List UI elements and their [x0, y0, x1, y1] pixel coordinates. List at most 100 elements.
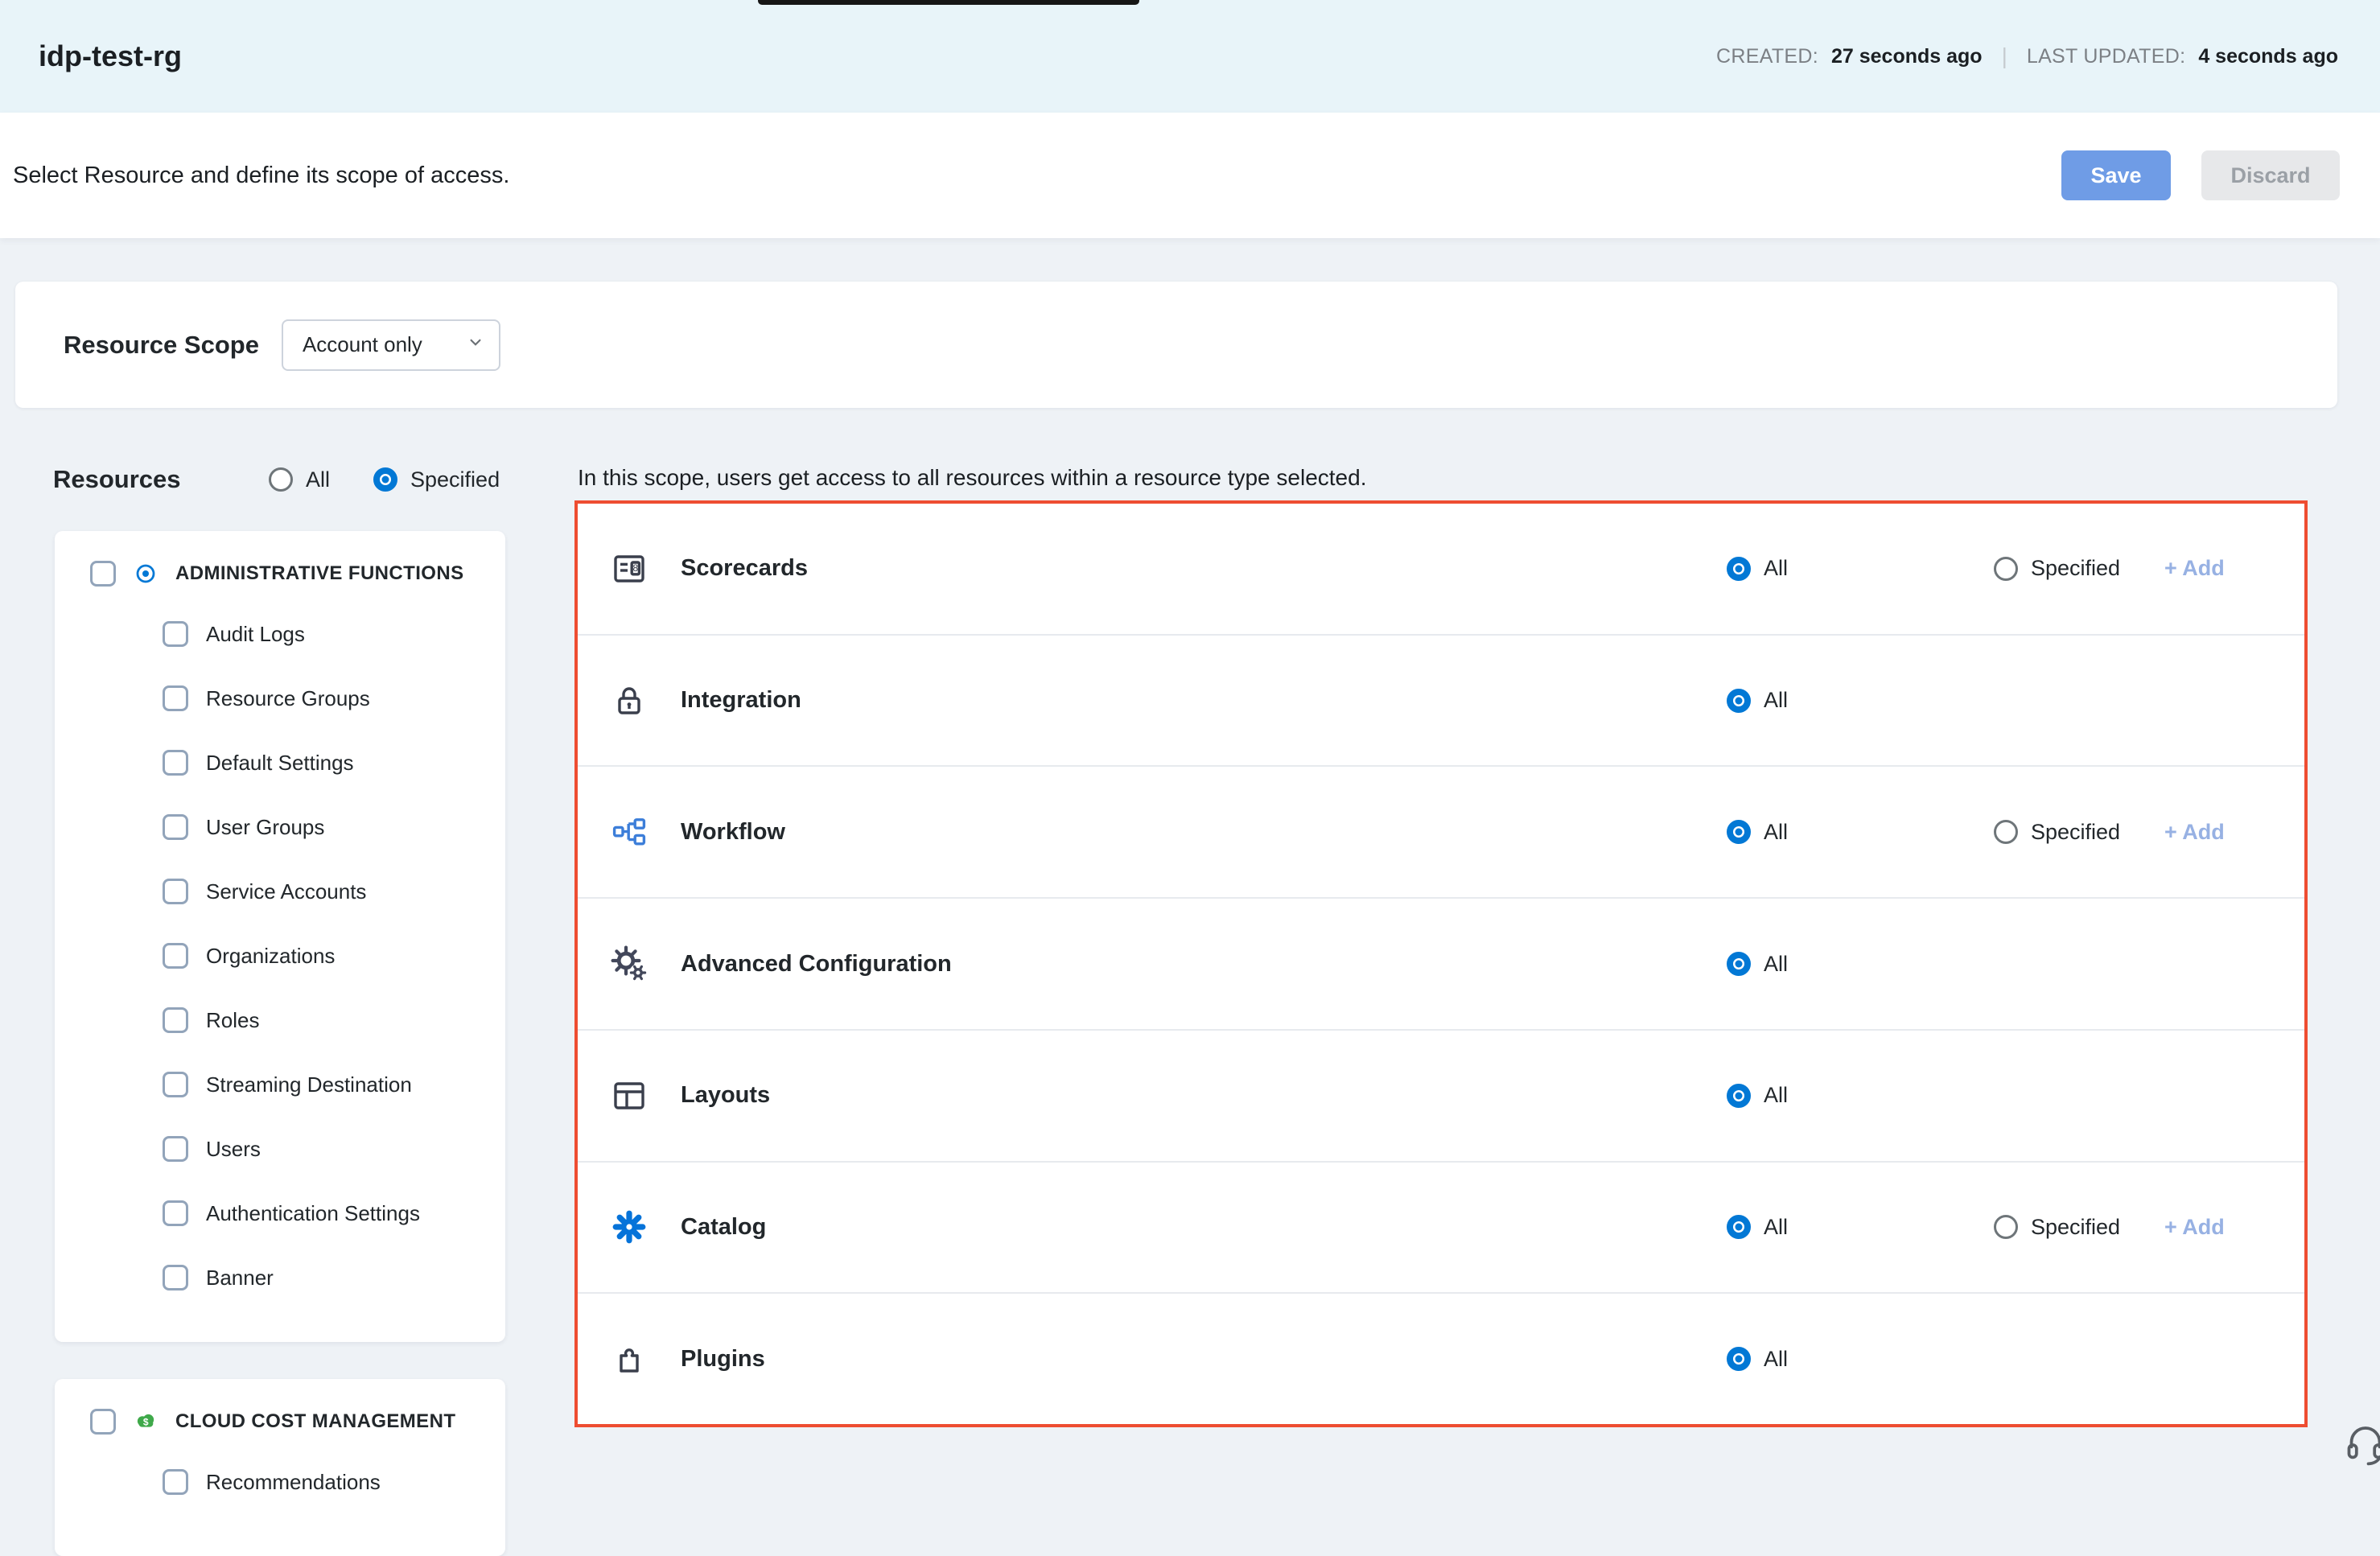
radio-selected-icon: [1727, 689, 1751, 713]
resource-item[interactable]: User Groups: [163, 795, 505, 859]
all-label: All: [1764, 820, 1788, 845]
resource-item[interactable]: Streaming Destination: [163, 1052, 505, 1117]
layouts-icon: [610, 1076, 649, 1115]
resource-item[interactable]: Authentication Settings: [163, 1181, 505, 1245]
group-card-cloud-cost-management: $ CLOUD COST MANAGEMENT Recommendations: [55, 1379, 505, 1556]
page-header: idp-test-rg CREATED: 27 seconds ago | LA…: [0, 0, 2380, 113]
item-checkbox[interactable]: [163, 1072, 188, 1097]
catalog-all-option[interactable]: All: [1727, 1215, 1994, 1240]
radio-selected-icon: [1727, 1084, 1751, 1108]
item-checkbox[interactable]: [163, 685, 188, 711]
item-checkbox[interactable]: [163, 1007, 188, 1033]
item-label: Streaming Destination: [206, 1072, 412, 1097]
resource-scope-card: Resource Scope Account only: [15, 282, 2337, 408]
discard-button[interactable]: Discard: [2201, 150, 2340, 200]
item-checkbox[interactable]: [163, 943, 188, 969]
radio-unselected-icon: [1994, 1215, 2018, 1239]
item-checkbox[interactable]: [163, 879, 188, 904]
item-checkbox[interactable]: [163, 1136, 188, 1162]
integration-icon: [610, 681, 649, 720]
resource-item[interactable]: Organizations: [163, 924, 505, 988]
created-value: 27 seconds ago: [1831, 45, 1983, 68]
instruction-text: Select Resource and define its scope of …: [13, 163, 509, 189]
scorecards-all-option[interactable]: All: [1727, 556, 1994, 581]
row-plugins: Plugins All: [578, 1294, 2304, 1424]
resources-specified-label: Specified: [410, 467, 500, 492]
resources-title: Resources: [53, 465, 269, 494]
item-label: Recommendations: [206, 1470, 381, 1495]
updated-value: 4 seconds ago: [2198, 45, 2338, 68]
radio-unselected-icon: [269, 467, 293, 492]
group-card-administrative-functions: ADMINISTRATIVE FUNCTIONS Audit Logs Reso…: [55, 531, 505, 1342]
item-label: Roles: [206, 1008, 259, 1033]
action-bar: Select Resource and define its scope of …: [0, 113, 2380, 238]
resources-all-option[interactable]: All: [269, 467, 330, 492]
all-label: All: [1764, 952, 1788, 977]
all-label: All: [1764, 1215, 1788, 1240]
catalog-icon: [610, 1208, 649, 1246]
item-label: Audit Logs: [206, 622, 305, 647]
resource-item[interactable]: Banner: [163, 1245, 505, 1310]
radio-selected-icon: [373, 467, 397, 492]
item-checkbox[interactable]: [163, 1469, 188, 1495]
resource-type-label: Layouts: [681, 1082, 1727, 1109]
resource-type-label: Integration: [681, 687, 1727, 714]
item-checkbox[interactable]: [163, 750, 188, 776]
workflow-all-option[interactable]: All: [1727, 820, 1994, 845]
resource-item[interactable]: Audit Logs: [163, 602, 505, 666]
item-label: Banner: [206, 1266, 274, 1290]
row-catalog: Catalog All Specified + Add: [578, 1163, 2304, 1295]
workflow-add-button[interactable]: + Add: [2164, 820, 2225, 845]
resource-item[interactable]: Recommendations: [163, 1450, 505, 1514]
group-checkbox[interactable]: [90, 561, 116, 587]
integration-all-option[interactable]: All: [1727, 688, 1994, 713]
advanced-configuration-all-option[interactable]: All: [1727, 952, 1994, 977]
resources-mode-radio-group: All Specified: [269, 467, 500, 492]
support-icon[interactable]: [2343, 1422, 2380, 1467]
scorecards-icon: 8: [610, 550, 649, 588]
group-item-list: Recommendations: [163, 1450, 505, 1514]
svg-text:8: 8: [632, 562, 638, 574]
row-workflow: Workflow All Specified + Add: [578, 767, 2304, 899]
catalog-specified-option[interactable]: Specified: [1994, 1215, 2164, 1240]
specified-label: Specified: [2031, 556, 2120, 581]
item-checkbox[interactable]: [163, 814, 188, 840]
scorecards-add-button[interactable]: + Add: [2164, 556, 2225, 581]
catalog-add-button[interactable]: + Add: [2164, 1215, 2225, 1240]
save-button[interactable]: Save: [2061, 150, 2171, 200]
resource-item[interactable]: Roles: [163, 988, 505, 1052]
row-advanced-configuration: Advanced Configuration All: [578, 899, 2304, 1031]
scorecards-specified-option[interactable]: Specified: [1994, 556, 2164, 581]
resource-scope-dropdown[interactable]: Account only: [282, 319, 500, 371]
item-label: Default Settings: [206, 751, 354, 776]
all-label: All: [1764, 556, 1788, 581]
item-checkbox[interactable]: [163, 1200, 188, 1226]
row-integration: Integration All: [578, 636, 2304, 768]
layouts-all-option[interactable]: All: [1727, 1083, 1994, 1108]
plugins-all-option[interactable]: All: [1727, 1347, 1994, 1372]
item-label: Resource Groups: [206, 686, 370, 711]
svg-text:$: $: [143, 1417, 149, 1428]
resource-item[interactable]: Users: [163, 1117, 505, 1181]
all-label: All: [1764, 1083, 1788, 1108]
group-header: ADMINISTRATIVE FUNCTIONS: [90, 560, 505, 587]
resource-item[interactable]: Resource Groups: [163, 666, 505, 731]
advanced-configuration-icon: [610, 945, 649, 983]
radio-unselected-icon: [1994, 557, 2018, 581]
specified-label: Specified: [2031, 820, 2120, 845]
all-label: All: [1764, 688, 1788, 713]
item-checkbox[interactable]: [163, 621, 188, 647]
workflow-specified-option[interactable]: Specified: [1994, 820, 2164, 845]
group-name: CLOUD COST MANAGEMENT: [175, 1410, 455, 1433]
resource-item[interactable]: Default Settings: [163, 731, 505, 795]
resource-types-panel-highlighted: 8 Scorecards All Specified + Add Integra…: [574, 500, 2308, 1427]
screen-artifact: [758, 0, 1139, 5]
resource-item[interactable]: Service Accounts: [163, 859, 505, 924]
resources-specified-option[interactable]: Specified: [373, 467, 500, 492]
group-item-list: Audit Logs Resource Groups Default Setti…: [163, 602, 505, 1310]
item-checkbox[interactable]: [163, 1265, 188, 1290]
group-checkbox[interactable]: [90, 1409, 116, 1435]
resource-type-label: Plugins: [681, 1346, 1727, 1373]
created-label: CREATED:: [1716, 45, 1818, 68]
page-title: idp-test-rg: [39, 39, 182, 73]
